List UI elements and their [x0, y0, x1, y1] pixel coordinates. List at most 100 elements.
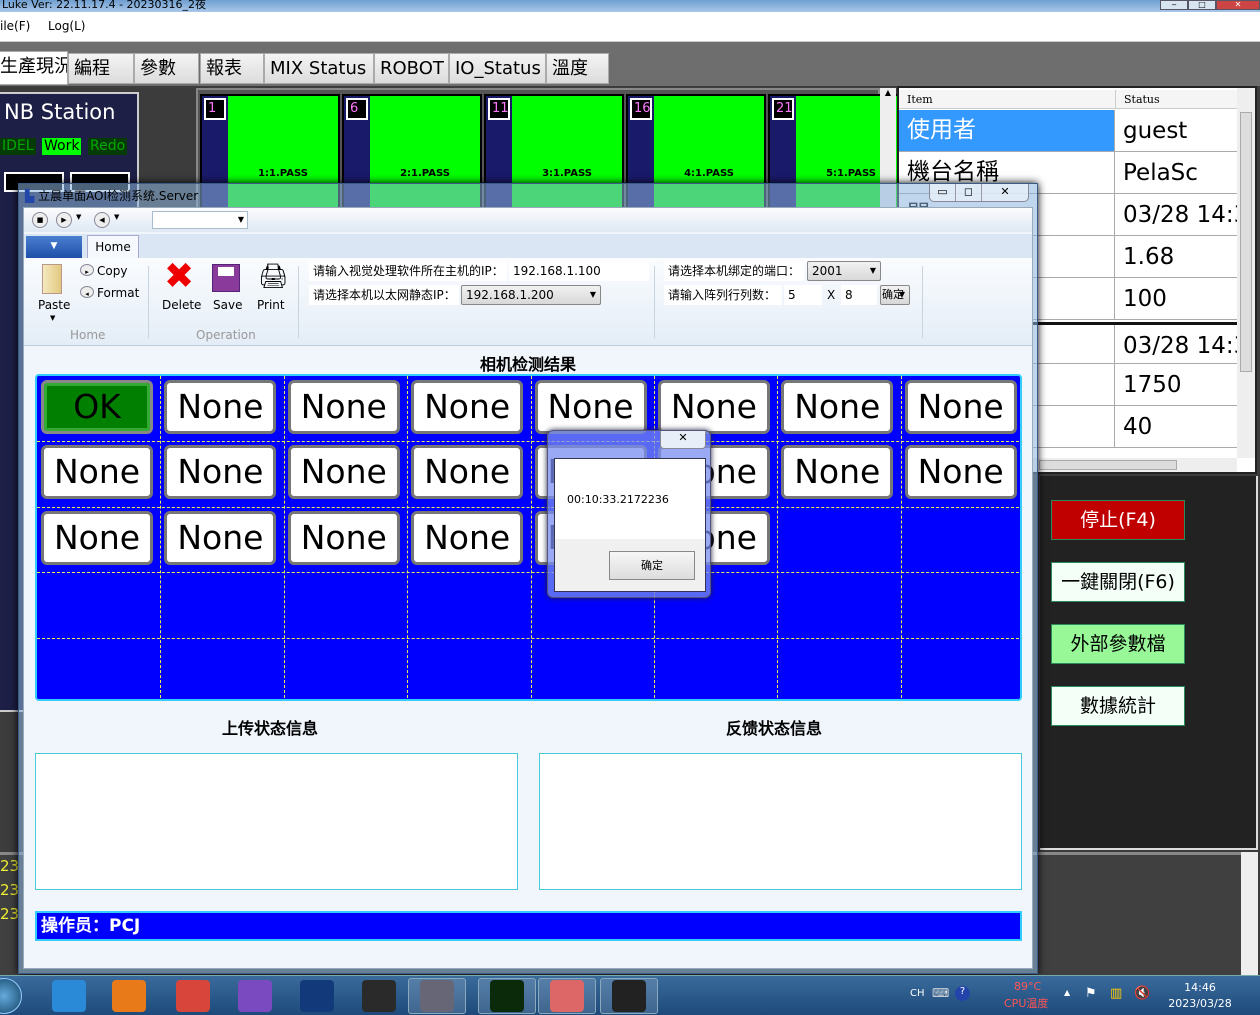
port-label: 请选择本机绑定的端口：	[664, 261, 804, 281]
result-grid: OK None None None None None None None None None No…	[35, 374, 1022, 701]
cols-input[interactable]: 8	[841, 285, 877, 305]
result-cell[interactable]: None	[781, 380, 894, 434]
office-icon[interactable]	[550, 980, 584, 1012]
column-header-item[interactable]: Item	[899, 90, 1116, 109]
card-number: 16	[630, 98, 652, 120]
tab-production[interactable]: 生產現況	[0, 51, 68, 85]
card-label: 2:1.PASS	[400, 168, 450, 179]
ie-icon[interactable]	[52, 980, 86, 1012]
local-ip-select[interactable]: 192.168.1.200	[461, 285, 601, 305]
rows-input[interactable]: 5	[784, 285, 822, 305]
delete-icon: ✖	[164, 256, 195, 297]
result-cell[interactable]: None	[287, 510, 400, 565]
rewind-icon[interactable]: ◀	[94, 212, 110, 228]
luke-icon[interactable]	[490, 980, 524, 1012]
ribbon: Paste ▼ ▸ Copy ◂ Format Home ✖ Delete Sa…	[24, 256, 1032, 346]
result-cell[interactable]: OK	[41, 380, 153, 434]
forward-icon[interactable]: ▶	[56, 212, 72, 228]
tab-temperature[interactable]: 溫度	[546, 53, 609, 84]
minimize-button[interactable]: ‒	[1160, 0, 1188, 10]
app-circle-icon[interactable]	[300, 980, 334, 1012]
quick-combo[interactable]: ▼	[152, 211, 248, 229]
chrome-icon[interactable]	[176, 980, 210, 1012]
dropdown-icon[interactable]: ▼	[76, 213, 81, 221]
maximize-button[interactable]: ◻	[956, 184, 982, 201]
column-header-status[interactable]: Status	[1116, 90, 1237, 109]
result-cell[interactable]: None	[657, 380, 770, 434]
tab-io-status[interactable]: IO_Status	[449, 53, 546, 84]
volume-muted-icon[interactable]: 🔇	[1134, 986, 1150, 1001]
help-icon[interactable]: ?	[955, 986, 970, 1001]
close-button[interactable]: ✕	[1216, 0, 1260, 10]
menu-file[interactable]: ile(F)	[0, 19, 30, 33]
close-button[interactable]: ✕	[982, 184, 1028, 201]
network-warning-icon[interactable]: ▥	[1110, 986, 1122, 1001]
tab-programming[interactable]: 編程	[68, 53, 134, 84]
message-body: 00:10:33.2172236 确定	[554, 458, 706, 592]
ok-button[interactable]: 确定	[609, 551, 695, 580]
state-idel: IDEL	[0, 138, 36, 155]
start-button[interactable]	[0, 978, 22, 1014]
port-select[interactable]: 2001	[807, 261, 881, 281]
nvs-icon[interactable]	[362, 980, 396, 1012]
result-cell[interactable]: None	[164, 510, 277, 565]
result-cell[interactable]: None	[411, 380, 524, 434]
vision-ip-input[interactable]: 192.168.1.100	[509, 261, 649, 281]
result-cell[interactable]: None	[41, 445, 153, 500]
format-button[interactable]: Format	[97, 286, 139, 300]
save-button[interactable]: Save	[213, 298, 242, 312]
action-center-icon[interactable]: ⚑	[1085, 986, 1097, 1001]
maximize-button[interactable]: □	[1188, 0, 1216, 10]
keyboard-icon[interactable]: ⌨	[932, 986, 949, 1000]
result-cell[interactable]: None	[164, 445, 277, 500]
dropdown-icon[interactable]: ▼	[50, 314, 55, 322]
statistics-button[interactable]: 數據統計	[1051, 686, 1185, 726]
result-cell[interactable]: None	[287, 380, 400, 434]
application-menu-button[interactable]: ▼	[26, 236, 82, 258]
group-label-home: Home	[70, 328, 106, 342]
print-button[interactable]: Print	[257, 298, 285, 312]
clock[interactable]: 14:46 2023/03/28	[1160, 980, 1240, 1012]
show-hidden-icons[interactable]: ▲	[1064, 988, 1070, 997]
clapper-icon[interactable]	[612, 980, 646, 1012]
delete-button[interactable]: Delete	[162, 298, 201, 312]
result-cell[interactable]: None	[411, 445, 524, 500]
result-cell[interactable]: None	[904, 380, 1017, 434]
result-cell[interactable]: None	[904, 445, 1017, 500]
upload-status-textbox[interactable]	[35, 753, 518, 890]
result-cell[interactable]: None	[164, 380, 277, 434]
dropdown-icon[interactable]: ▼	[114, 213, 119, 221]
log-scrollbar[interactable]	[1241, 852, 1258, 976]
external-params-button[interactable]: 外部參數檔	[1051, 624, 1185, 664]
result-cell[interactable]: None	[781, 445, 894, 500]
tab-home[interactable]: Home	[87, 235, 139, 259]
result-cell[interactable]: None	[41, 510, 153, 565]
tab-reports[interactable]: 報表	[200, 53, 264, 84]
tab-mix-status[interactable]: MIX Status	[264, 53, 374, 84]
close-button[interactable]: ✕	[660, 431, 706, 449]
result-cell[interactable]: None	[411, 510, 524, 565]
monitor-icon[interactable]	[420, 980, 454, 1012]
table-vertical-scrollbar[interactable]	[1237, 88, 1255, 458]
paste-icon	[42, 264, 62, 294]
menu-log[interactable]: Log(L)	[48, 19, 85, 33]
tab-parameters[interactable]: 參數	[134, 53, 199, 84]
minimize-button[interactable]: ▭	[930, 184, 956, 201]
close-all-button[interactable]: 一鍵關閉(F6)	[1051, 562, 1185, 602]
grid-line	[777, 376, 779, 699]
visual-studio-icon[interactable]	[238, 980, 272, 1012]
media-player-icon[interactable]	[112, 980, 146, 1012]
paste-button[interactable]: Paste	[38, 298, 70, 312]
tab-robot[interactable]: ROBOT	[374, 53, 449, 84]
copy-button[interactable]: Copy	[97, 264, 127, 278]
feedback-status-textbox[interactable]	[539, 753, 1022, 890]
table-row[interactable]: 使用者 guest	[899, 110, 1237, 152]
confirm-array-button[interactable]: 确定	[880, 285, 910, 305]
result-cell[interactable]: None	[287, 445, 400, 500]
stop-button[interactable]: 停止(F4)	[1051, 500, 1185, 540]
times-label: X	[827, 288, 836, 302]
result-cell[interactable]: None	[534, 380, 647, 434]
log-line: 23	[0, 905, 20, 923]
stop-icon[interactable]: ■	[32, 212, 48, 228]
input-language[interactable]: CH	[910, 988, 925, 999]
